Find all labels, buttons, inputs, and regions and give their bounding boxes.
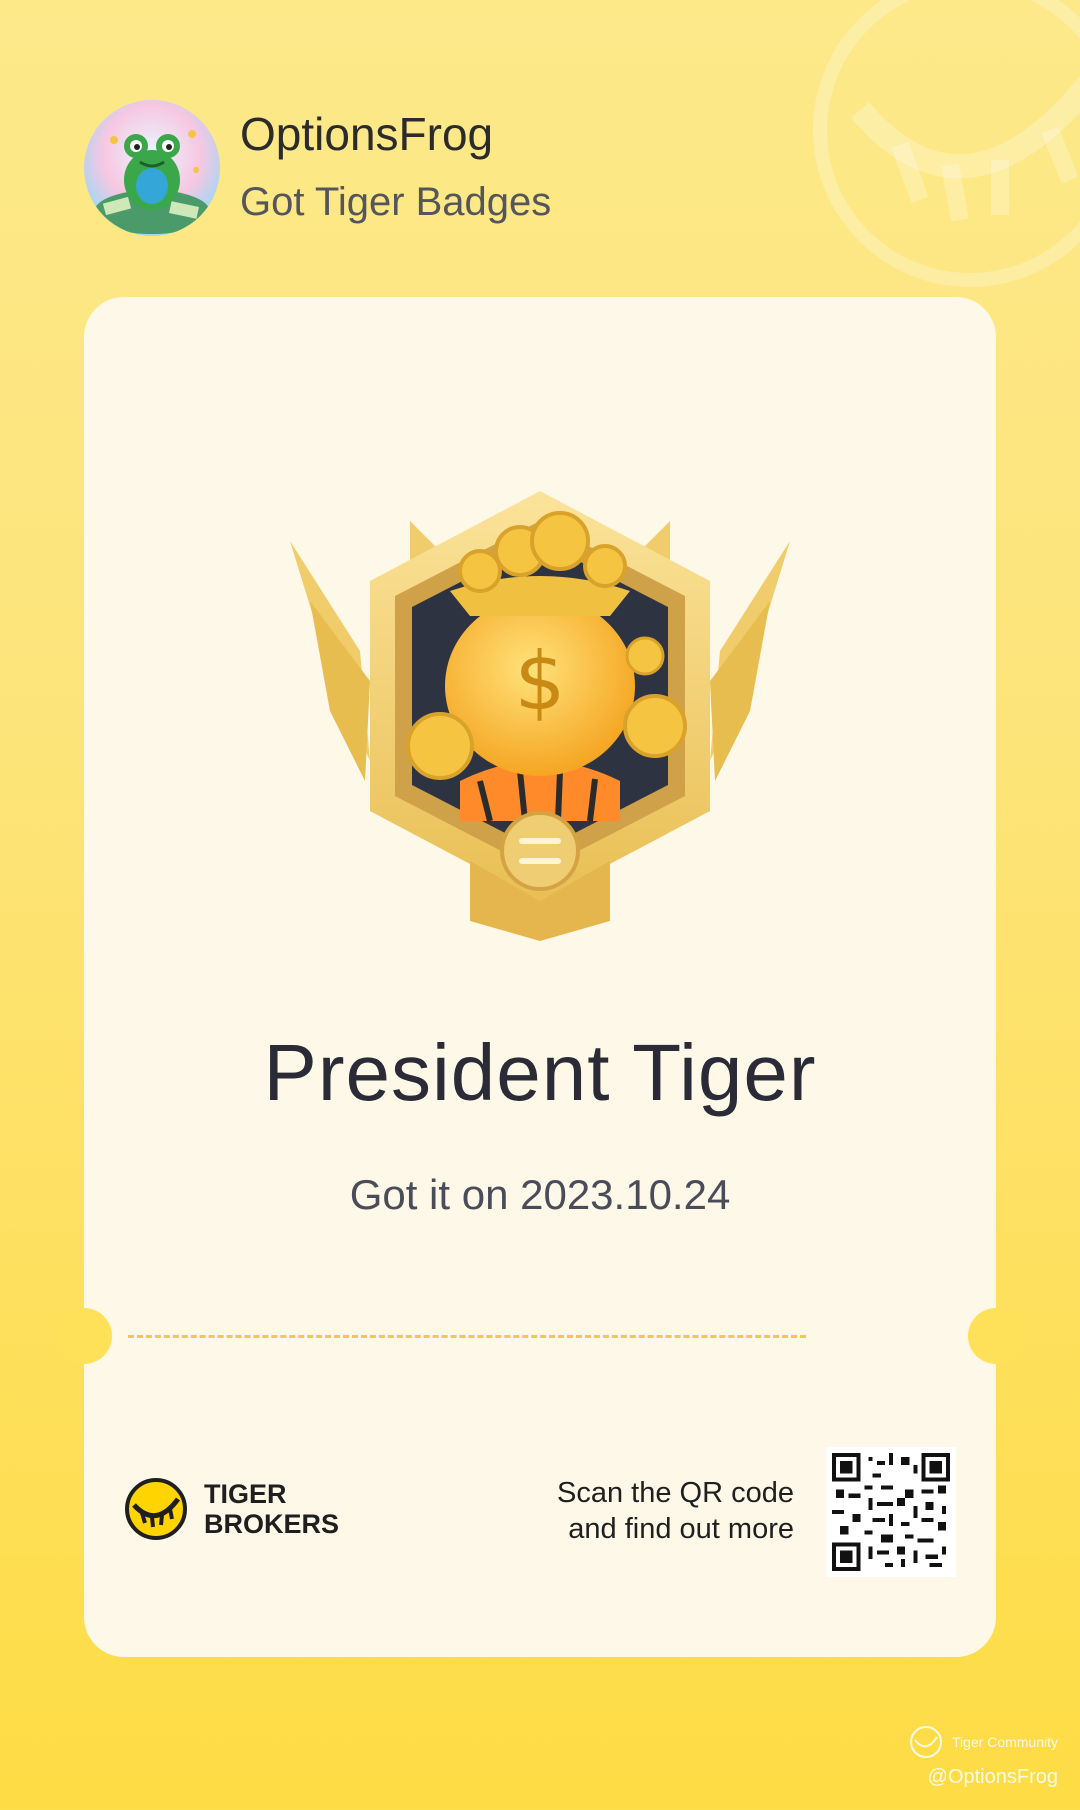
tiger-logo-decoration [813,0,1080,287]
watermark-handle: @OptionsFrog [927,1766,1058,1788]
header-subtitle: Got Tiger Badges [240,180,552,224]
user-header: OptionsFrog Got Tiger Badges [84,100,551,236]
frog-avatar[interactable] [84,100,220,236]
watermark: Tiger Community @OptionsFrog [908,1724,1058,1789]
scan-line-1: Scan the QR code [557,1477,794,1509]
card-notch-right [968,1308,1024,1364]
card-notch-left [56,1308,112,1364]
brand-line-2: BROKERS [204,1509,340,1539]
scan-instructions: Scan the QR code and find out more [557,1475,794,1547]
money-bag-tiger-badge-icon: $ [290,491,790,941]
username: OptionsFrog [240,108,494,160]
brand-line-1: TIGER [204,1479,287,1509]
scan-line-2: and find out more [568,1513,794,1545]
qr-code[interactable] [826,1447,956,1577]
card-divider [128,1335,806,1338]
badge-title: President Tiger [263,1028,817,1117]
badge-card: $ President Tiger Got it on 2023.10.24 T… [56,297,1024,1657]
tiger-brokers-brand: TIGER BROKERS [124,1477,339,1541]
tiger-brokers-logo-icon [125,1478,187,1540]
svg-text:$: $ [515,635,566,728]
badge-date: Got it on 2023.10.24 [349,1171,731,1218]
tiger-community-icon [909,1726,942,1758]
watermark-community: Tiger Community [951,1734,1058,1750]
